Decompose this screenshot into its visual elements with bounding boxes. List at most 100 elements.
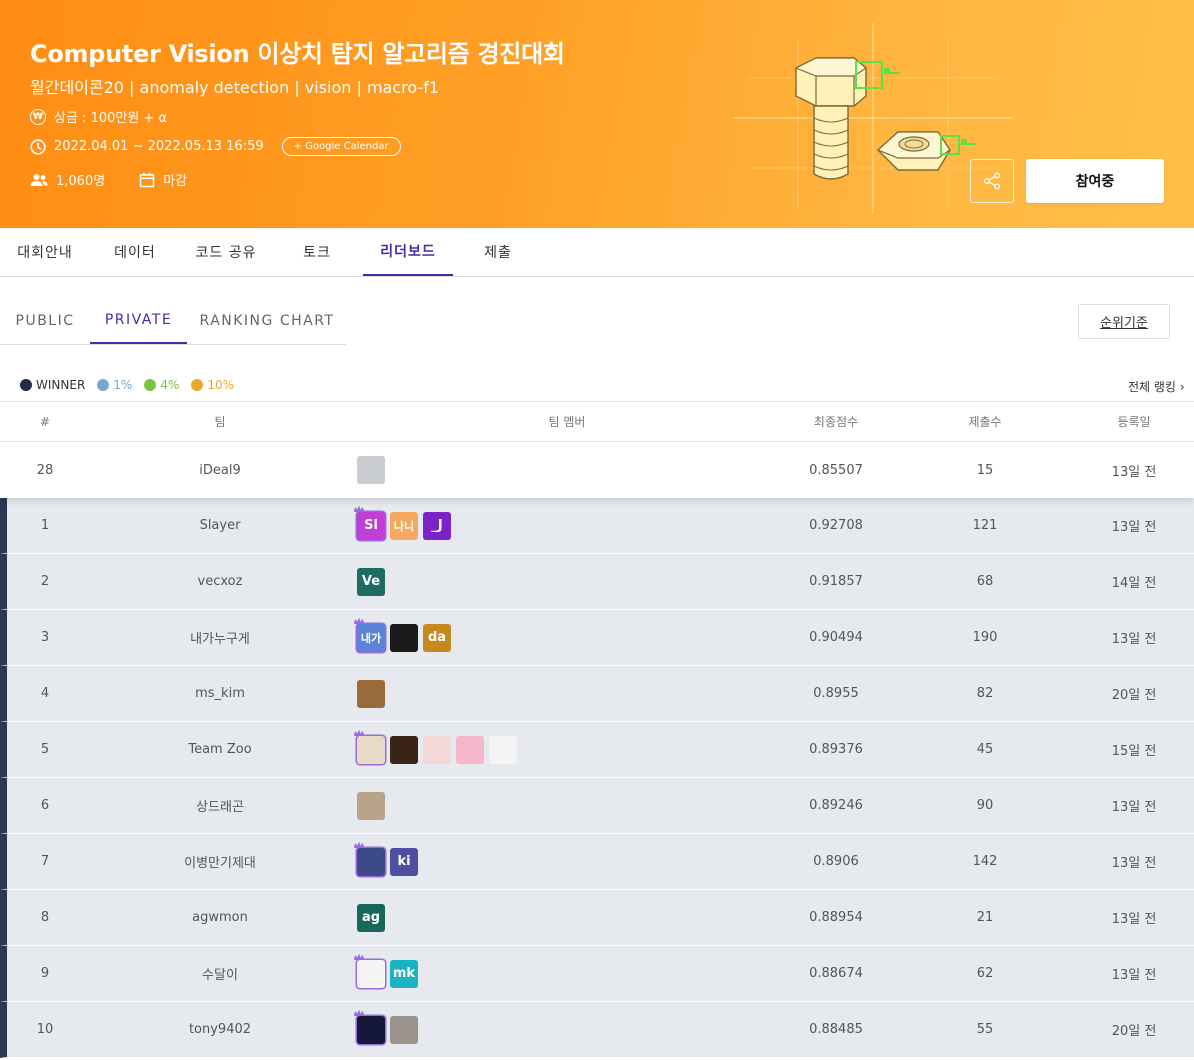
registered-date: 13일 전 [1111,968,1157,983]
final-score: 0.8955 [813,686,859,701]
final-score: 0.85507 [809,462,863,478]
google-calendar-button[interactable]: + Google Calendar [281,137,401,156]
table-row[interactable]: 2 vecxoz Ve 0.91857 68 14일 전 [0,554,1194,610]
final-score: 0.89246 [809,798,863,813]
table-row[interactable]: 8 agwmon ag 0.88954 21 13일 전 [0,890,1194,946]
table-row[interactable]: 1 Slayer Sl 나니 _J 0.92708 121 13일 전 [0,498,1194,554]
table-row[interactable]: 10 tony9402 0.88485 55 20일 전 [0,1002,1194,1058]
team-members [354,1002,657,1057]
table-row[interactable]: 7 이병만기제대 ki 0.8906 142 13일 전 [0,834,1194,890]
table-row[interactable]: 6 상드래곤 0.89246 90 13일 전 [0,778,1194,834]
joined-button[interactable]: 참여중 [1026,159,1164,203]
table-body: 28 iDeal9 0.85507 15 13일 전 1 Slayer Sl 나니 _J 0.927… [0,442,1194,1058]
member-avatar[interactable] [357,791,385,820]
submission-count: 15 [976,462,994,478]
registered-date: 20일 전 [1111,1024,1157,1039]
tab-overview[interactable]: 대회안내 [0,228,90,276]
member-avatar[interactable] [354,1009,385,1044]
tab-talk[interactable]: 토크 [272,228,362,276]
crown-icon [354,617,364,624]
tab-ranking-chart[interactable]: RANKING CHART [188,297,346,344]
member-avatar[interactable] [489,735,517,764]
member-avatar[interactable] [354,841,385,876]
team-name[interactable]: 수달이 [120,946,320,1001]
team-name[interactable]: vecxoz [120,554,320,609]
member-avatar[interactable]: Ve [357,567,385,596]
registered-date: 15일 전 [1111,744,1157,759]
member-avatar[interactable]: 나니 [390,511,418,540]
final-score: 0.8906 [813,854,859,869]
rank-legend: WINNER 1% 4% 10% [20,378,234,392]
rank-cell: 8 [40,910,50,925]
header-members: 팀 멤버 [548,415,586,429]
team-members: Ve [357,554,657,609]
rank-cell: 9 [40,966,50,981]
share-button[interactable] [970,159,1014,203]
member-avatar[interactable]: ki [390,847,418,876]
table-row[interactable]: 3 내가누구게 내가 da 0.90494 190 13일 전 [0,610,1194,666]
submission-count: 55 [976,1022,994,1037]
member-avatar[interactable] [456,735,484,764]
team-name[interactable]: ms_kim [120,666,320,721]
member-avatar[interactable] [390,1015,418,1044]
tab-private[interactable]: PRIVATE [90,297,187,344]
rank-cell: 6 [40,798,50,813]
registered-date: 20일 전 [1111,688,1157,703]
competition-status: 마감 [163,174,188,189]
final-score: 0.88954 [809,910,863,925]
member-avatar[interactable] [423,735,451,764]
tab-leaderboard[interactable]: 리더보드 [363,228,453,276]
member-avatar[interactable]: _J [423,511,451,540]
table-row[interactable]: 5 Team Zoo 0.89376 45 15일 전 [0,722,1194,778]
member-avatar[interactable] [390,623,418,652]
table-row[interactable]: 4 ms_kim 0.8955 82 20일 전 [0,666,1194,722]
team-name[interactable]: Slayer [120,498,320,553]
member-avatar[interactable] [357,679,385,708]
member-avatar[interactable]: ag [357,903,385,932]
rank-cell: 7 [40,854,50,869]
tab-submit[interactable]: 제출 [453,228,543,276]
table-row[interactable]: 9 수달이 mk 0.88674 62 13일 전 [0,946,1194,1002]
rank-cell: 1 [40,518,50,533]
member-avatar[interactable] [390,735,418,764]
ranking-criteria-button[interactable]: 순위기준 [1078,304,1170,339]
member-avatar[interactable]: mk [390,959,418,988]
team-members: mk [354,946,657,1001]
team-name[interactable]: tony9402 [120,1002,320,1057]
team-name[interactable]: 이병만기제대 [120,834,320,889]
main-tabs: 대회안내 데이터 코드 공유 토크 리더보드 제출 [0,228,1194,277]
registered-date: 13일 전 [1111,464,1157,480]
rank-cell: 10 [36,1022,54,1037]
calendar-icon [139,172,155,187]
tab-code-share[interactable]: 코드 공유 [180,228,272,276]
leaderboard-table: # 팀 팀 멤버 최종점수 제출수 등록일 28 iDeal9 0.85507 15 1… [0,401,1194,1058]
team-members: Sl 나니 _J [354,498,657,553]
registered-date: 14일 전 [1111,576,1157,591]
team-name[interactable]: 내가누구게 [120,610,320,665]
stats-row: 1,060명 마감 [30,170,187,189]
leaderboard-sub-tabs: PUBLIC PRIVATE RANKING CHART [0,297,346,345]
legend-top4: 4% [144,378,179,392]
tab-public[interactable]: PUBLIC [0,297,90,344]
team-name[interactable]: Team Zoo [120,722,320,777]
member-avatar[interactable]: da [423,623,451,652]
rank-cell: 4 [40,686,50,701]
member-avatar[interactable] [354,953,385,988]
header-submissions: 제출수 [968,415,1002,429]
all-ranking-link[interactable]: 전체 랭킹 › [1128,378,1185,395]
crown-icon [354,841,364,848]
member-avatar[interactable] [357,456,385,484]
registered-date: 13일 전 [1111,856,1157,871]
team-name[interactable]: 상드래곤 [120,778,320,833]
member-avatar[interactable] [354,729,385,764]
tab-data[interactable]: 데이터 [90,228,180,276]
table-row[interactable]: 28 iDeal9 0.85507 15 13일 전 [0,442,1194,498]
crown-icon [354,1009,364,1016]
member-avatar[interactable]: Sl [354,505,385,540]
winner-dot-icon [20,379,32,391]
member-avatar[interactable]: 내가 [354,617,385,652]
top4-dot-icon [144,379,157,391]
team-name[interactable]: iDeal9 [120,442,320,498]
team-name[interactable]: agwmon [120,890,320,945]
submission-count: 45 [976,742,994,757]
